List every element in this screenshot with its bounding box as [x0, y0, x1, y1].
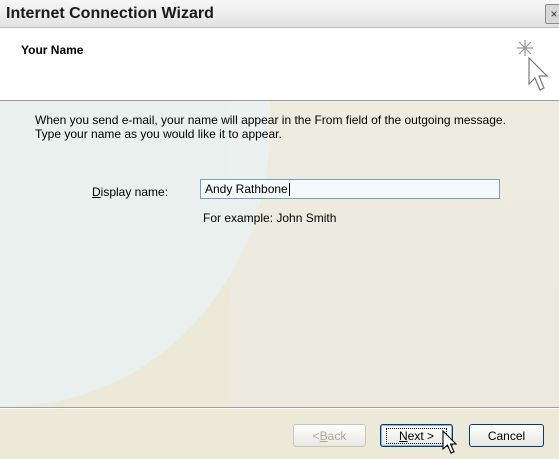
display-name-access-key: D [92, 185, 101, 199]
page-title: Your Name [21, 43, 84, 57]
display-name-input[interactable]: Andy Rathbone [200, 179, 500, 199]
intro-line-2: Type your name as you would like it to a… [35, 127, 282, 141]
back-button-label: ack [327, 428, 347, 443]
mouse-pointer-icon [442, 430, 458, 454]
intro-line-1: When you send e-mail, your name will app… [35, 113, 506, 127]
text-caret [288, 182, 290, 196]
wizard-header: Your Name [0, 28, 559, 101]
cancel-button[interactable]: Cancel [469, 424, 544, 447]
intro-text: When you send e-mail, your name will app… [35, 113, 535, 141]
title-bar[interactable]: Internet Connection Wizard × [0, 0, 559, 28]
display-name-label: Display name: [92, 185, 168, 199]
wizard-window: Internet Connection Wizard × Your Name W… [0, 0, 559, 459]
display-name-label-text: isplay name: [100, 185, 169, 199]
wizard-content: When you send e-mail, your name will app… [0, 101, 559, 406]
next-button-access-key: N [398, 428, 408, 443]
window-title: Internet Connection Wizard [6, 5, 214, 22]
next-button-focus: Next > [385, 427, 448, 444]
display-name-value: Andy Rathbone [205, 182, 288, 196]
back-button-access-key: B [319, 428, 328, 443]
next-button-label: ext > [407, 428, 435, 443]
example-hint: For example: John Smith [203, 211, 337, 225]
close-button[interactable]: × [545, 4, 559, 24]
back-button[interactable]: < Back [293, 424, 366, 447]
footer-divider [0, 407, 559, 409]
wizard-cursor-sparkle-icon [517, 40, 549, 91]
back-button-prefix: < [312, 428, 320, 443]
